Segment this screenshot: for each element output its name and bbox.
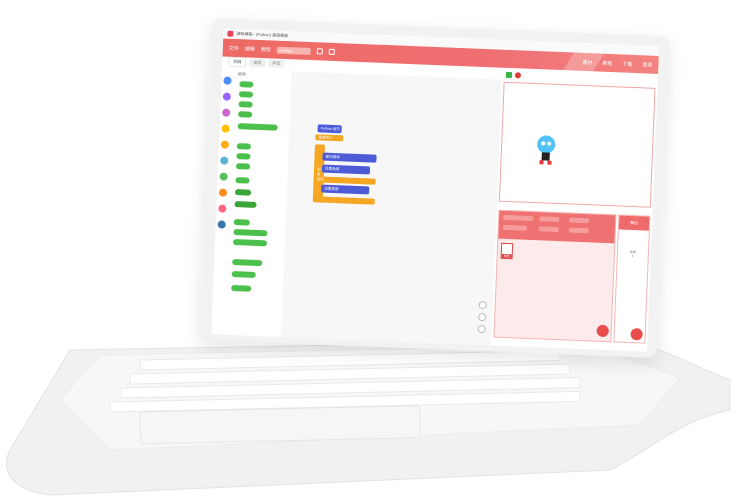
- laptop-screen-frame: 源码编程 - (Python) 高级模板 文件 编辑 教程 Untitled 素…: [199, 18, 670, 359]
- category-operators-icon[interactable]: [219, 172, 228, 181]
- sprite-y-field[interactable]: [569, 217, 590, 224]
- tab-sounds[interactable]: 声音: [268, 59, 285, 68]
- palette-block[interactable]: [231, 284, 252, 292]
- stage-panel-title: 舞台: [618, 215, 650, 231]
- project-name-input[interactable]: Untitled: [276, 46, 311, 55]
- menu-download[interactable]: 下载: [622, 60, 632, 67]
- menu-edit[interactable]: 编辑: [245, 45, 255, 52]
- add-sprite-button[interactable]: [596, 324, 609, 338]
- palette-block[interactable]: [236, 143, 251, 150]
- palette-block[interactable]: [233, 229, 268, 237]
- share-icon[interactable]: [328, 48, 335, 55]
- palette-block[interactable]: [233, 219, 250, 226]
- sprite-x-field[interactable]: [539, 216, 560, 223]
- set-angle-block[interactable]: 设置角度: [321, 164, 371, 175]
- category-control-icon[interactable]: [220, 140, 230, 149]
- if-block-foot[interactable]: [312, 196, 375, 205]
- stop-icon[interactable]: [514, 72, 522, 79]
- palette-block[interactable]: [231, 271, 256, 278]
- app-logo-icon: [227, 30, 234, 37]
- backdrop-count: 1: [631, 254, 634, 259]
- menu-tutorial[interactable]: 教程: [261, 45, 271, 52]
- palette-block[interactable]: [236, 153, 251, 160]
- palette-block[interactable]: [237, 123, 278, 131]
- forever-block[interactable]: 重复执行: [315, 134, 344, 142]
- sprite-show-toggle[interactable]: [502, 224, 527, 231]
- window-title: 源码编程 - (Python) 高级模板: [236, 30, 289, 39]
- save-icon[interactable]: [316, 48, 323, 55]
- tab-code[interactable]: 代码: [228, 56, 247, 68]
- menu-file[interactable]: 文件: [229, 44, 239, 51]
- category-myblocks-icon[interactable]: [218, 204, 227, 213]
- zoom-reset-icon[interactable]: [477, 324, 486, 334]
- app-window: 源码编程 - (Python) 高级模板 文件 编辑 教程 Untitled 素…: [211, 28, 660, 352]
- tab-costumes[interactable]: 造型: [249, 58, 266, 68]
- sprite-size-field[interactable]: [538, 226, 559, 233]
- category-sensing-icon[interactable]: [220, 156, 229, 165]
- palette-block[interactable]: [232, 259, 263, 267]
- add-backdrop-button[interactable]: [630, 328, 643, 341]
- category-sound-icon[interactable]: [222, 108, 231, 117]
- palette-block[interactable]: [238, 101, 253, 108]
- palette-block[interactable]: [235, 177, 250, 184]
- palette-section-label: 运动: [237, 71, 246, 77]
- category-events-icon[interactable]: [221, 124, 230, 133]
- palette-block[interactable]: [234, 189, 252, 196]
- category-variables-icon[interactable]: [218, 188, 228, 197]
- sprite-thumb-label: 角色: [501, 253, 512, 259]
- menu-login[interactable]: 登录: [642, 61, 652, 68]
- face-mouse-block[interactable]: 面向鼠标: [322, 152, 377, 163]
- category-motion-icon[interactable]: [223, 76, 232, 85]
- palette-block[interactable]: [238, 91, 254, 98]
- category-python-icon[interactable]: [217, 220, 226, 229]
- python-run-hat-block[interactable]: Python 运行: [317, 124, 342, 134]
- stage[interactable]: [498, 81, 656, 208]
- set-angle-block-2[interactable]: 设置角度: [321, 184, 370, 195]
- green-flag-icon[interactable]: [505, 71, 513, 79]
- sprite-thumbnail[interactable]: 角色: [500, 242, 514, 260]
- palette-block[interactable]: [232, 239, 268, 247]
- sprite-direction-field[interactable]: [568, 227, 589, 234]
- menu-tutorials[interactable]: 教程: [602, 59, 612, 66]
- zoom-in-icon[interactable]: [478, 300, 487, 310]
- sprite-panel: 角色: [493, 209, 617, 343]
- palette-block[interactable]: [234, 201, 257, 208]
- sprite-character-icon[interactable]: [533, 134, 558, 167]
- palette-block[interactable]: [239, 81, 254, 88]
- code-workspace[interactable]: Python 运行 重复执行 如果 面向鼠标 设置角度 否则 设置角度: [281, 71, 502, 346]
- palette-block[interactable]: [235, 163, 251, 170]
- palette-block[interactable]: [238, 111, 253, 118]
- zoom-out-icon[interactable]: [478, 312, 487, 322]
- category-looks-icon[interactable]: [222, 92, 232, 101]
- stage-backdrop-panel: 舞台 背景 1: [613, 214, 651, 344]
